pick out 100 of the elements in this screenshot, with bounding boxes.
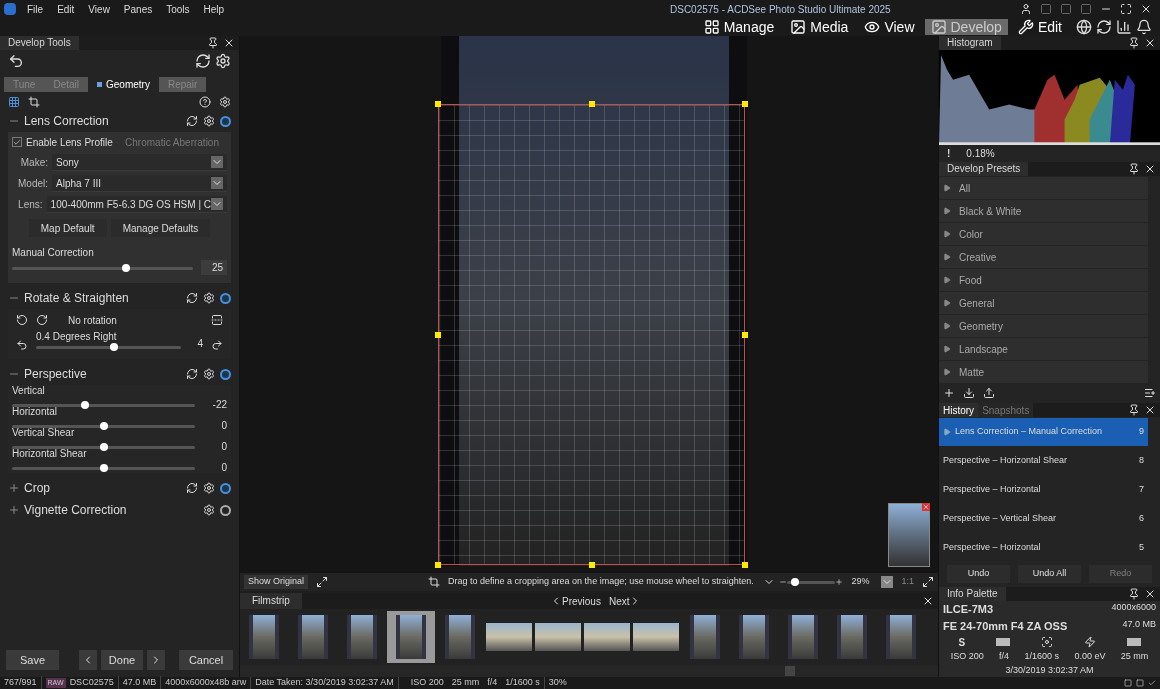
preset-folder[interactable]: Food — [939, 269, 1148, 292]
done-button[interactable]: Done — [101, 650, 143, 670]
straighten-right-icon[interactable] — [211, 339, 223, 351]
close-icon[interactable] — [922, 595, 934, 607]
slider-value[interactable]: 25 — [201, 260, 227, 275]
close-icon[interactable] — [1144, 404, 1156, 416]
menu-item[interactable]: Edit — [50, 1, 82, 17]
crop-icon[interactable] — [28, 96, 40, 108]
settings-icon[interactable] — [203, 368, 215, 380]
crop-handle[interactable] — [742, 101, 748, 107]
pin-icon[interactable] — [1128, 404, 1140, 416]
mode-tab[interactable]: View — [858, 19, 921, 35]
save-button[interactable]: Save — [6, 650, 59, 670]
grid-icon[interactable] — [8, 96, 20, 108]
section-title[interactable]: Vignette Correction — [24, 501, 127, 519]
layout-icon[interactable] — [1080, 3, 1092, 15]
pin-icon[interactable] — [1128, 588, 1140, 600]
preset-folder[interactable]: Color — [939, 223, 1148, 246]
mode-tab[interactable]: Manage — [697, 19, 781, 35]
history-button[interactable]: Undo — [947, 565, 1010, 583]
rotate-left-icon[interactable] — [16, 314, 28, 326]
perspective-slider[interactable] — [12, 400, 195, 409]
default-button[interactable]: Manage Defaults — [110, 219, 211, 237]
notification-icon[interactable] — [1136, 19, 1152, 35]
toggle-icon[interactable] — [220, 115, 231, 127]
manual-correction-slider[interactable] — [12, 263, 193, 272]
crop-handle[interactable] — [435, 562, 441, 568]
straighten-slider[interactable] — [36, 343, 181, 351]
undo-icon[interactable] — [8, 53, 24, 69]
previous-link[interactable]: Previous — [550, 593, 601, 609]
slider-thumb[interactable] — [99, 463, 108, 472]
sync-icon[interactable] — [1096, 19, 1112, 35]
history-item[interactable]: Perspective – Vertical Shear 6 — [939, 505, 1148, 533]
check-icon[interactable] — [1148, 679, 1156, 687]
preset-folder[interactable]: Creative — [939, 246, 1148, 269]
account-icon[interactable] — [1020, 3, 1032, 15]
crop-handle[interactable] — [742, 562, 748, 568]
toggle-icon[interactable] — [220, 504, 231, 516]
preset-folder[interactable]: Matte — [939, 361, 1148, 384]
section-title[interactable]: Perspective — [24, 365, 87, 383]
preset-folder[interactable]: Geometry — [939, 315, 1148, 338]
rotate-right-icon[interactable] — [36, 314, 48, 326]
crop-handle[interactable] — [435, 101, 441, 107]
preset-folder[interactable]: All — [939, 177, 1148, 200]
slider-thumb[interactable] — [81, 400, 90, 409]
flip-icon[interactable] — [211, 314, 223, 326]
menu-item[interactable]: View — [81, 1, 117, 17]
reset-icon[interactable] — [186, 368, 198, 380]
close-icon[interactable] — [1140, 3, 1152, 15]
history-item[interactable]: Lens Correction – Manual Correction 9 — [939, 418, 1148, 446]
enable-checkbox[interactable] — [12, 137, 22, 147]
pin-icon[interactable] — [1128, 163, 1140, 176]
history-tab[interactable]: History — [939, 403, 979, 417]
toggle-icon[interactable] — [220, 482, 231, 494]
menu-item[interactable]: Panes — [116, 1, 160, 17]
zoom-in-icon[interactable] — [835, 578, 844, 586]
dropdown-field[interactable]: Alpha 7 III — [52, 175, 227, 192]
menu-item[interactable]: File — [20, 1, 51, 17]
history-item[interactable]: Perspective – Horizontal 5 — [939, 534, 1148, 562]
show-original-button[interactable]: Show Original — [244, 575, 309, 589]
perspective-slider[interactable] — [12, 463, 195, 472]
reset-icon[interactable] — [186, 482, 198, 494]
default-button[interactable]: Map Default — [28, 219, 107, 237]
preset-folder[interactable]: General — [939, 292, 1148, 315]
mode-tab[interactable]: Edit — [1011, 19, 1068, 35]
layout-icon[interactable] — [1040, 3, 1052, 15]
preset-folder[interactable]: Landscape — [939, 338, 1148, 361]
settings-icon[interactable] — [203, 292, 215, 304]
expand-icon[interactable] — [8, 504, 20, 516]
dropdown-field[interactable]: 100-400mm F5-6.3 DG OS HSM | C — [46, 196, 227, 213]
globe-icon[interactable] — [1076, 19, 1092, 35]
crop-handle[interactable] — [588, 101, 595, 107]
zoom-slider[interactable] — [787, 578, 836, 586]
menu-item[interactable]: Tools — [159, 1, 197, 17]
cancel-button[interactable]: Cancel — [179, 650, 233, 670]
help-icon[interactable] — [199, 96, 211, 108]
straighten-left-icon[interactable] — [16, 339, 28, 351]
actual-size-button[interactable]: 1:1 — [901, 575, 914, 589]
previous-button[interactable] — [79, 650, 97, 670]
next-button[interactable] — [147, 650, 165, 670]
reset-all-icon[interactable] — [195, 53, 211, 69]
menu-item[interactable]: Help — [196, 1, 232, 17]
section-title[interactable]: Crop — [24, 479, 50, 497]
close-icon[interactable] — [223, 37, 235, 49]
settings-icon[interactable] — [203, 482, 215, 494]
import-icon[interactable] — [963, 387, 975, 400]
close-icon[interactable] — [1144, 37, 1156, 49]
settings-icon[interactable] — [215, 53, 231, 69]
pin-icon[interactable] — [1128, 37, 1140, 49]
pin-icon[interactable] — [207, 37, 219, 49]
filmstrip-scrollbar[interactable] — [240, 665, 938, 677]
section-title[interactable]: Rotate & Straighten — [24, 289, 129, 307]
tool-tab[interactable]: Geometry — [88, 76, 159, 92]
section-title[interactable]: Lens Correction — [24, 112, 109, 130]
slider-thumb[interactable] — [99, 421, 108, 430]
add-icon[interactable] — [943, 387, 955, 400]
settings-icon[interactable] — [203, 504, 215, 516]
close-icon[interactable] — [1144, 588, 1156, 600]
dropdown-field[interactable]: Sony — [52, 154, 227, 171]
crop-handle[interactable] — [435, 331, 441, 338]
